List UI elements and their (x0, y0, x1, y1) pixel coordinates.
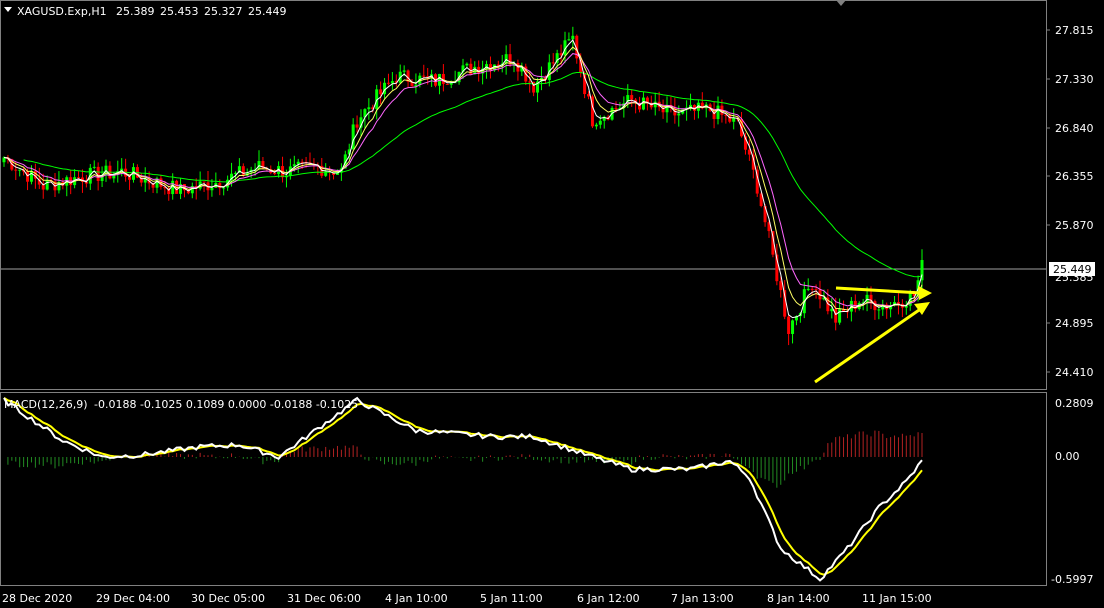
price-tick: 27.815 (1055, 24, 1094, 37)
macd-axis: 0.2809 0.00 -0.5997 (1051, 397, 1094, 586)
candle-body (355, 124, 359, 128)
ohlc-close: 25.449 (248, 5, 287, 18)
price-tick: 24.410 (1055, 366, 1094, 379)
candle-body (614, 107, 618, 109)
current-price-value: 25.449 (1053, 263, 1092, 276)
candle-body (386, 82, 390, 84)
candle-body (29, 170, 33, 182)
candle-body (14, 169, 18, 171)
candle-body (402, 70, 406, 72)
time-tick: 28 Dec 2020 (2, 592, 72, 605)
time-tick: 7 Jan 13:00 (671, 592, 734, 605)
time-tick: 6 Jan 12:00 (577, 592, 640, 605)
macd-tick: 0.00 (1055, 450, 1080, 463)
candle-body (422, 75, 426, 77)
macd-indicator-name: MACD(12,26,9) (4, 398, 88, 411)
macd-indicator-values: -0.0188 -0.1025 0.1089 0.0000 -0.0188 -0… (94, 398, 358, 411)
candle-body (838, 309, 842, 323)
candle-body (390, 81, 394, 84)
candle-body (45, 180, 49, 190)
candle-body (810, 288, 814, 290)
candle-body (571, 35, 575, 40)
candle-body (594, 124, 598, 127)
ohlc-high: 25.453 (160, 5, 199, 18)
candle-body (465, 63, 469, 66)
trading-chart[interactable]: XAGUSD.Exp,H1 25.389 25.453 25.327 25.44… (0, 0, 1104, 608)
time-tick: 5 Jan 11:00 (480, 592, 543, 605)
macd-panel-frame (0, 392, 1047, 586)
candle-body (218, 182, 222, 189)
candle-body (26, 171, 30, 182)
candle-body (806, 288, 810, 290)
price-axis: 27.815 27.330 26.840 26.355 25.870 25.38… (1046, 24, 1094, 379)
candle-body (877, 309, 881, 311)
time-axis: 28 Dec 2020 29 Dec 04:00 30 Dec 05:00 31… (2, 592, 932, 605)
price-tick: 26.840 (1055, 122, 1094, 135)
candle-body (273, 172, 277, 175)
candle-body (787, 316, 791, 334)
candle-body (814, 289, 818, 291)
candle-body (896, 302, 900, 304)
price-tick: 26.355 (1055, 170, 1094, 183)
candle-body (18, 169, 22, 171)
candle-body (653, 101, 657, 108)
time-tick: 11 Jan 15:00 (862, 592, 932, 605)
time-tick: 29 Dec 04:00 (96, 592, 170, 605)
ohlc-low: 25.327 (204, 5, 243, 18)
price-tick: 25.870 (1055, 219, 1094, 232)
candle-body (551, 62, 555, 64)
candle-body (379, 89, 383, 95)
time-tick: 31 Dec 06:00 (287, 592, 361, 605)
candle-body (222, 187, 226, 189)
candle-body (528, 81, 532, 83)
candle-body (630, 95, 634, 100)
candle-body (834, 308, 838, 323)
candle-body (202, 181, 206, 183)
candle-body (598, 120, 602, 125)
time-tick: 30 Dec 05:00 (191, 592, 265, 605)
price-tick: 27.330 (1055, 73, 1094, 86)
candle-body (367, 107, 371, 110)
price-tick: 24.895 (1055, 317, 1094, 330)
macd-tick: 0.2809 (1055, 397, 1094, 410)
candle-body (445, 83, 449, 85)
candle-body (716, 105, 720, 119)
time-tick: 4 Jan 10:00 (385, 592, 448, 605)
time-tick: 8 Jan 14:00 (767, 592, 830, 605)
candle-body (791, 320, 795, 334)
symbol-label: XAGUSD.Exp,H1 (17, 5, 107, 18)
candle-body (567, 39, 571, 41)
macd-tick: -0.5997 (1051, 573, 1093, 586)
candle-body (210, 187, 214, 191)
candle-body (77, 177, 81, 179)
candle-body (677, 113, 681, 116)
candle-body (241, 166, 245, 176)
ohlc-open: 25.389 (116, 5, 155, 18)
candle-body (92, 166, 96, 168)
